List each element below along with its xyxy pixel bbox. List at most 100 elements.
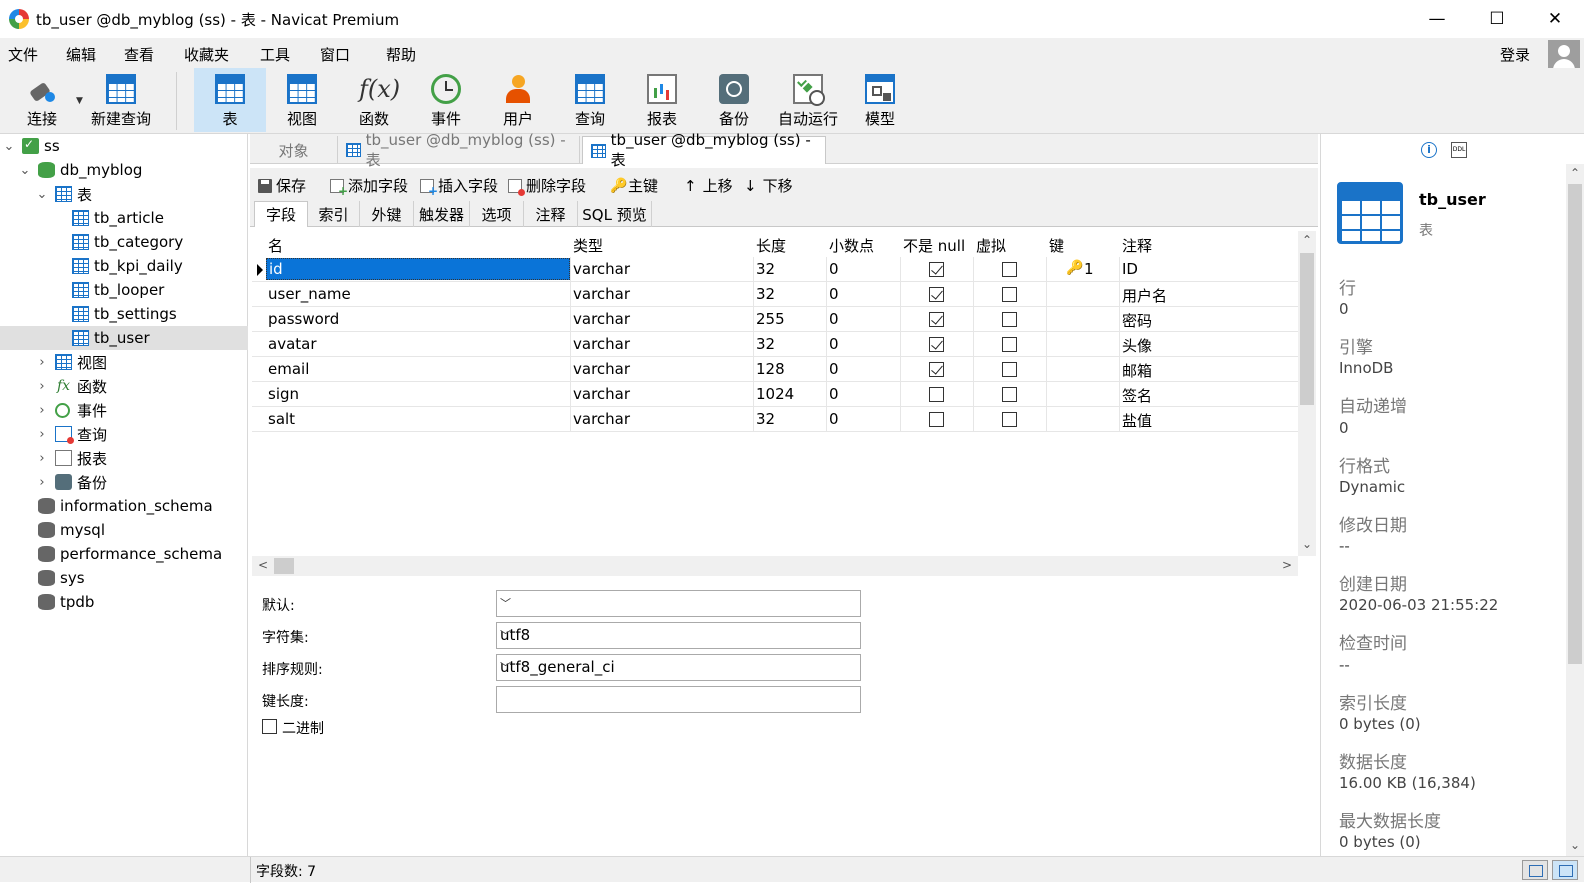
field-length[interactable]: 128	[756, 360, 785, 378]
not-null-checkbox[interactable]	[929, 412, 944, 427]
tree-group-reports[interactable]: › 报表	[0, 446, 248, 470]
header-decimals[interactable]: 小数点	[829, 235, 874, 256]
scroll-up-icon[interactable]: ⌃	[1302, 233, 1312, 247]
scrollbar-thumb[interactable]	[1568, 184, 1582, 664]
menu-window[interactable]: 窗口	[320, 44, 350, 65]
primary-key-button[interactable]: 🔑 主键	[610, 175, 658, 196]
query-button[interactable]: 查询	[554, 68, 626, 132]
field-name[interactable]: sign	[268, 385, 299, 403]
table-row[interactable]: sign varchar 1024 0 签名	[252, 382, 1298, 407]
virtual-checkbox[interactable]	[1002, 337, 1017, 352]
user-button[interactable]: 用户	[482, 68, 554, 132]
field-length[interactable]: 32	[756, 260, 775, 278]
field-decimals[interactable]: 0	[829, 310, 839, 328]
table-row[interactable]: salt varchar 32 0 盐值	[252, 407, 1298, 432]
function-button[interactable]: f(x) 函数	[338, 68, 410, 132]
virtual-checkbox[interactable]	[1002, 287, 1017, 302]
maximize-button[interactable]: ☐	[1468, 0, 1526, 38]
field-name[interactable]: user_name	[268, 285, 351, 303]
field-comment[interactable]: 头像	[1122, 335, 1152, 356]
field-type[interactable]: varchar	[573, 285, 630, 303]
header-not-null[interactable]: 不是 null	[903, 235, 965, 256]
tab-table-design-2[interactable]: tb_user @db_myblog (ss) - 表	[582, 131, 826, 169]
ddl-icon[interactable]: DDL	[1451, 142, 1467, 158]
expand-icon[interactable]: ›	[35, 379, 49, 394]
menu-tools[interactable]: 工具	[260, 44, 290, 65]
connect-dropdown-arrow-icon[interactable]: ▼	[76, 96, 83, 106]
info-icon[interactable]: i	[1421, 142, 1437, 158]
table-button[interactable]: 表	[194, 68, 266, 132]
tree-table-item[interactable]: tb_category	[0, 230, 248, 254]
scrollbar-thumb[interactable]	[1300, 253, 1314, 405]
login-link[interactable]: 登录	[1500, 44, 1530, 65]
grid-vertical-scrollbar[interactable]: ⌃ ⌄	[1298, 231, 1316, 556]
field-decimals[interactable]: 0	[829, 385, 839, 403]
field-decimals[interactable]: 0	[829, 335, 839, 353]
view-button[interactable]: 视图	[266, 68, 338, 132]
tree-connection-ss[interactable]: ⌄ ss	[0, 134, 248, 158]
toggle-left-pane-icon[interactable]	[1522, 860, 1548, 880]
save-button[interactable]: 保存	[258, 175, 306, 196]
table-row[interactable]: id varchar 32 0 🔑 1 ID	[252, 257, 1298, 282]
not-null-checkbox[interactable]	[929, 387, 944, 402]
tree-tables-group[interactable]: ⌄ 表	[0, 182, 248, 206]
tree-table-item[interactable]: tb_settings	[0, 302, 248, 326]
field-decimals[interactable]: 0	[829, 285, 839, 303]
key-length-input[interactable]	[496, 686, 861, 713]
tab-table-design-1[interactable]: tb_user @db_myblog (ss) - 表	[338, 131, 580, 169]
field-length[interactable]: 32	[756, 335, 775, 353]
automation-button[interactable]: 自动运行	[770, 68, 846, 132]
expand-icon[interactable]: ›	[35, 427, 49, 442]
header-length[interactable]: 长度	[756, 235, 786, 256]
add-field-button[interactable]: 添加字段	[330, 175, 408, 198]
field-name-cell-selected[interactable]: id	[266, 258, 570, 280]
binary-checkbox[interactable]	[262, 719, 277, 734]
tree-db-item[interactable]: sys	[0, 566, 248, 590]
field-name[interactable]: email	[268, 360, 309, 378]
move-up-button[interactable]: ↑ 上移	[684, 175, 733, 196]
tab-objects[interactable]: 对象	[250, 136, 338, 164]
tree-db-item[interactable]: mysql	[0, 518, 248, 542]
new-query-button[interactable]: 新建查询	[86, 68, 156, 132]
expand-icon[interactable]: ›	[35, 355, 49, 370]
delete-field-button[interactable]: 删除字段	[508, 175, 586, 196]
field-decimals[interactable]: 0	[829, 360, 839, 378]
menu-file[interactable]: 文件	[8, 44, 38, 65]
tree-db-myblog[interactable]: ⌄ db_myblog	[0, 158, 248, 182]
not-null-checkbox[interactable]	[929, 312, 944, 327]
not-null-checkbox[interactable]	[929, 362, 944, 377]
insert-field-button[interactable]: 插入字段	[420, 175, 498, 198]
field-type[interactable]: varchar	[573, 360, 630, 378]
field-type[interactable]: varchar	[573, 260, 630, 278]
virtual-checkbox[interactable]	[1002, 362, 1017, 377]
menu-favorites[interactable]: 收藏夹	[184, 44, 229, 65]
tree-table-item[interactable]: tb_article	[0, 206, 248, 230]
collapse-icon[interactable]: ⌄	[18, 163, 32, 178]
expand-icon[interactable]: ›	[35, 403, 49, 418]
header-name[interactable]: 名	[268, 235, 283, 256]
field-length[interactable]: 255	[756, 310, 785, 328]
report-button[interactable]: 报表	[626, 68, 698, 132]
field-length[interactable]: 1024	[756, 385, 794, 403]
header-virtual[interactable]: 虚拟	[976, 235, 1006, 256]
expand-icon[interactable]: ›	[35, 451, 49, 466]
scrollbar-thumb[interactable]	[274, 558, 294, 574]
virtual-checkbox[interactable]	[1002, 387, 1017, 402]
menu-help[interactable]: 帮助	[386, 44, 416, 65]
not-null-checkbox[interactable]	[929, 287, 944, 302]
table-row[interactable]: avatar varchar 32 0 头像	[252, 332, 1298, 357]
field-comment[interactable]: ID	[1122, 260, 1138, 278]
tree-group-events[interactable]: › 事件	[0, 398, 248, 422]
subtab-sql-preview[interactable]: SQL 预览	[578, 201, 652, 227]
virtual-checkbox[interactable]	[1002, 412, 1017, 427]
field-name[interactable]: salt	[268, 410, 295, 428]
collation-select[interactable]: utf8_general_ci ﹀	[496, 654, 861, 681]
minimize-button[interactable]: —	[1408, 0, 1466, 38]
field-length[interactable]: 32	[756, 410, 775, 428]
backup-button[interactable]: 备份	[698, 68, 770, 132]
tree-group-functions[interactable]: › fx 函数	[0, 374, 248, 398]
close-button[interactable]: ✕	[1526, 0, 1584, 38]
virtual-checkbox[interactable]	[1002, 262, 1017, 277]
field-comment[interactable]: 邮箱	[1122, 360, 1152, 381]
tree-group-backups[interactable]: › 备份	[0, 470, 248, 494]
